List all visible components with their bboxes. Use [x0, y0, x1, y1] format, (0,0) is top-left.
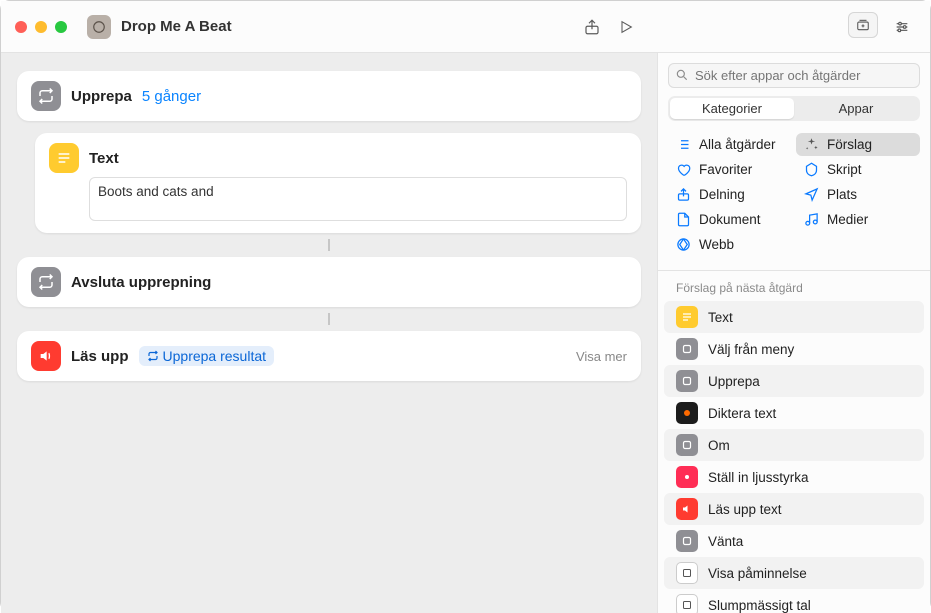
suggestion-item[interactable]: Vänta	[664, 525, 924, 557]
cat-scripting[interactable]: Skript	[796, 158, 920, 181]
suggestion-item[interactable]: Diktera text	[664, 397, 924, 429]
suggestion-item[interactable]: Läs upp text	[664, 493, 924, 525]
cat-documents[interactable]: Dokument	[668, 208, 792, 231]
connector-line	[328, 313, 330, 325]
suggestion-icon	[676, 370, 698, 392]
suggestion-label: Text	[708, 310, 733, 325]
seg-categories[interactable]: Kategorier	[670, 98, 794, 119]
variable-token[interactable]: Upprepa resultat	[139, 346, 275, 366]
workflow-canvas[interactable]: Upprepa 5 gånger Text Boots and cats and	[1, 53, 657, 613]
window-controls	[15, 21, 67, 33]
speaker-icon	[31, 341, 61, 371]
category-list: Alla åtgärder Förslag Favoriter Skript D…	[658, 131, 930, 266]
search-input[interactable]	[668, 63, 920, 88]
titlebar: Drop Me A Beat	[1, 1, 930, 53]
text-title: Text	[89, 150, 119, 167]
suggestion-icon	[676, 306, 698, 328]
cat-favorites[interactable]: Favoriter	[668, 158, 792, 181]
speak-action[interactable]: Läs upp Upprepa resultat Visa mer	[17, 331, 641, 381]
search-field[interactable]	[668, 63, 920, 88]
variable-token-label: Upprepa resultat	[163, 348, 267, 364]
zoom-window-button[interactable]	[55, 21, 67, 33]
show-more-button[interactable]: Visa mer	[576, 349, 627, 364]
cat-suggestions[interactable]: Förslag	[796, 133, 920, 156]
shortcut-icon	[87, 15, 111, 39]
text-icon	[49, 143, 79, 173]
cat-location[interactable]: Plats	[796, 183, 920, 206]
repeat-title: Upprepa	[71, 88, 132, 105]
suggestion-icon	[676, 338, 698, 360]
suggestion-item[interactable]: Ställ in ljusstyrka	[664, 461, 924, 493]
run-button[interactable]	[609, 12, 643, 42]
repeat-count[interactable]: 5 gånger	[142, 88, 201, 105]
connector-line	[328, 239, 330, 251]
settings-button[interactable]	[888, 12, 916, 42]
search-icon	[675, 68, 689, 82]
divider	[658, 270, 930, 271]
suggestion-label: Diktera text	[708, 406, 776, 421]
suggestion-icon	[676, 466, 698, 488]
suggestion-label: Vänta	[708, 534, 743, 549]
suggestion-item[interactable]: Välj från meny	[664, 333, 924, 365]
suggestion-item[interactable]: Visa påminnelse	[664, 557, 924, 589]
suggestion-icon	[676, 562, 698, 584]
cat-media[interactable]: Medier	[796, 208, 920, 231]
speak-title: Läs upp	[71, 348, 129, 365]
suggestion-item[interactable]: Text	[664, 301, 924, 333]
suggestion-label: Upprepa	[708, 374, 760, 389]
text-action[interactable]: Text Boots and cats and	[35, 133, 641, 233]
close-window-button[interactable]	[15, 21, 27, 33]
share-button[interactable]	[575, 12, 609, 42]
repeat-action[interactable]: Upprepa 5 gånger	[17, 71, 641, 121]
suggestion-label: Visa påminnelse	[708, 566, 807, 581]
suggestion-icon	[676, 594, 698, 613]
window-title: Drop Me A Beat	[121, 18, 232, 35]
library-button[interactable]	[848, 12, 878, 38]
seg-apps[interactable]: Appar	[794, 98, 918, 119]
segmented-control: Kategorier Appar	[668, 96, 920, 121]
cat-all-actions[interactable]: Alla åtgärder	[668, 133, 792, 156]
text-content-input[interactable]: Boots and cats and	[89, 177, 627, 221]
end-repeat-action[interactable]: Avsluta upprepning	[17, 257, 641, 307]
suggestion-label: Välj från meny	[708, 342, 794, 357]
repeat-icon	[31, 81, 61, 111]
suggestion-label: Läs upp text	[708, 502, 782, 517]
repeat-icon	[31, 267, 61, 297]
suggestion-label: Slumpmässigt tal	[708, 598, 811, 613]
suggestion-item[interactable]: Slumpmässigt tal	[664, 589, 924, 613]
suggestion-icon	[676, 402, 698, 424]
suggestion-item[interactable]: Om	[664, 429, 924, 461]
suggestions-header: Förslag på nästa åtgärd	[658, 279, 930, 301]
suggestion-label: Om	[708, 438, 730, 453]
suggestion-icon	[676, 530, 698, 552]
suggestion-icon	[676, 498, 698, 520]
end-repeat-title: Avsluta upprepning	[71, 274, 211, 291]
minimize-window-button[interactable]	[35, 21, 47, 33]
cat-sharing[interactable]: Delning	[668, 183, 792, 206]
suggestion-icon	[676, 434, 698, 456]
suggestion-label: Ställ in ljusstyrka	[708, 470, 809, 485]
cat-web[interactable]: Webb	[668, 233, 792, 256]
suggestion-item[interactable]: Upprepa	[664, 365, 924, 397]
suggestions-list: Text Välj från meny Upprepa Diktera text Om S…	[658, 301, 930, 613]
sidebar: Kategorier Appar Alla åtgärder Förslag F…	[657, 53, 930, 613]
